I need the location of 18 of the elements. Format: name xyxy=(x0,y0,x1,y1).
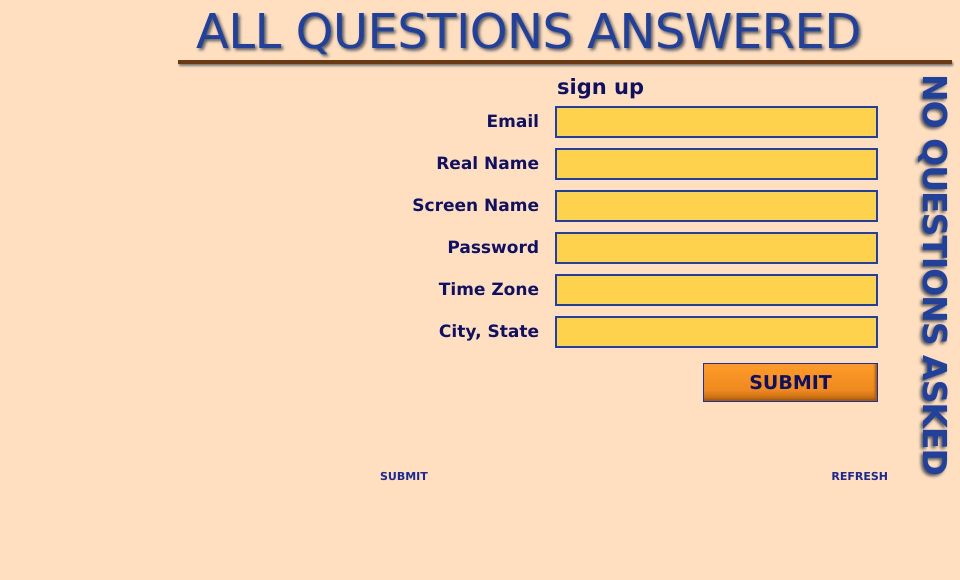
input-field[interactable] xyxy=(555,148,878,180)
field-label: City, State xyxy=(438,322,539,342)
field-label: Password xyxy=(446,238,539,258)
field-label: Screen Name xyxy=(411,196,539,216)
input-field[interactable] xyxy=(555,316,878,348)
side-title: NO QUESTIONS ASKED xyxy=(914,74,954,475)
input-field[interactable] xyxy=(555,274,878,306)
input-field[interactable] xyxy=(555,106,878,138)
field-label: Real Name xyxy=(435,154,539,174)
field-label: Email xyxy=(486,112,539,132)
site-title: ALL QUESTIONS ANSWERED xyxy=(195,4,862,60)
input-field[interactable] xyxy=(555,232,878,264)
form-heading: sign up xyxy=(557,74,645,100)
footer-link[interactable]: SUBMIT xyxy=(380,470,428,483)
submit-button[interactable]: SUBMIT xyxy=(703,363,878,402)
footer-link[interactable]: REFRESH xyxy=(831,470,888,483)
input-field[interactable] xyxy=(555,190,878,222)
field-label: Time Zone xyxy=(438,280,539,300)
